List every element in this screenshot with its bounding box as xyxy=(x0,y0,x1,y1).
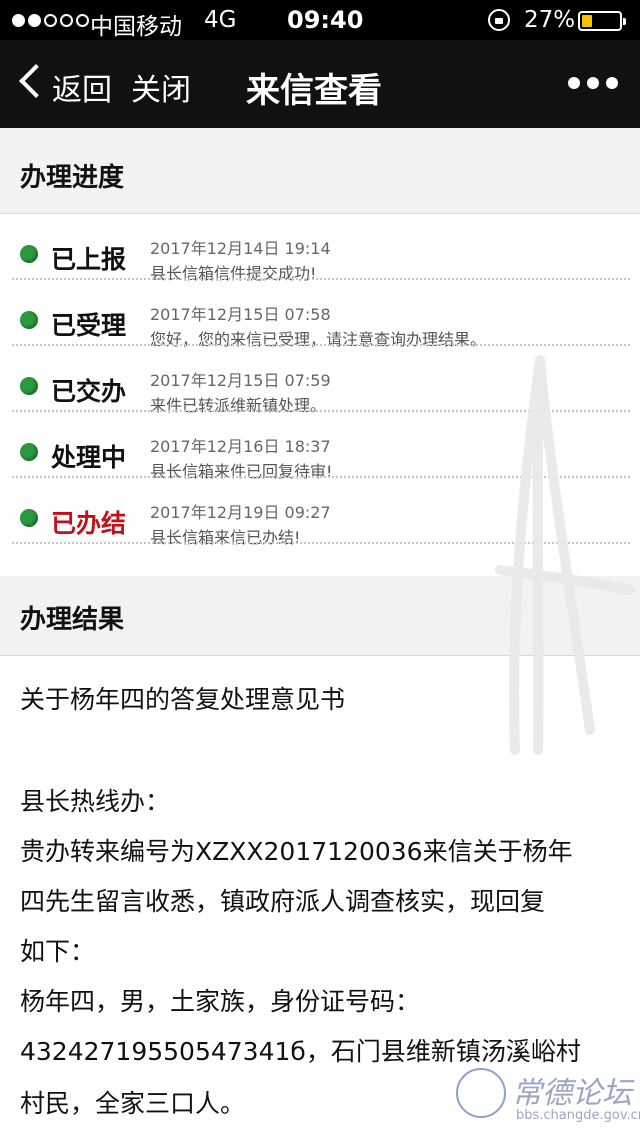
watermark-title: 常德论坛 xyxy=(512,1076,632,1111)
status-dot-icon xyxy=(20,509,38,527)
progress-step: 已上报 2017年12月14日 19:14 县长信箱信件提交成功! xyxy=(0,214,640,283)
signal-dot xyxy=(60,13,73,27)
network-type: 4G xyxy=(204,7,237,33)
result-line: 杨年四，男，土家族，身份证号码： xyxy=(20,987,421,1016)
carrier-name: 中国移动 xyxy=(90,14,182,40)
progress-step: 已交办 2017年12月15日 07:59 来件已转派维新镇处理。 xyxy=(0,346,640,415)
back-button[interactable]: 返回 xyxy=(52,65,112,109)
watermark-url: bbs.changde.gov.cn xyxy=(516,1108,640,1123)
progress-list: 已上报 2017年12月14日 19:14 县长信箱信件提交成功! 已受理 20… xyxy=(0,214,640,576)
status-dot-icon xyxy=(20,311,38,329)
result-line: 贵办转来编号为XZXX2017120036来信关于杨年 xyxy=(20,837,573,866)
step-time: 2017年12月15日 07:58 xyxy=(150,305,331,324)
more-options-icon[interactable] xyxy=(568,77,618,89)
status-bar: 中国移动 4G 09:40 27% xyxy=(0,0,640,40)
signal-dot xyxy=(44,13,57,27)
battery-icon xyxy=(578,11,626,31)
step-label: 已受理 xyxy=(51,311,127,340)
signal-dot xyxy=(28,13,41,27)
forum-logo-icon xyxy=(456,1068,506,1118)
result-section-header: 办理结果 xyxy=(0,576,640,656)
result-section-title: 办理结果 xyxy=(20,605,125,635)
chevron-left-icon[interactable] xyxy=(19,64,53,98)
status-time: 09:40 xyxy=(287,6,364,34)
step-label: 已办结 xyxy=(51,509,127,538)
rotation-lock-icon xyxy=(488,9,510,31)
progress-step: 已受理 2017年12月15日 07:58 您好，您的来信已受理，请注意查询办理… xyxy=(0,280,640,349)
divider xyxy=(12,542,630,544)
progress-step: 已办结 2017年12月19日 09:27 县长信箱来信已办结! xyxy=(0,478,640,547)
progress-section-header: 办理进度 xyxy=(0,128,640,214)
step-time: 2017年12月15日 07:59 xyxy=(150,371,331,390)
watermark: 常德论坛 bbs.changde.gov.cn xyxy=(452,1062,640,1136)
step-label: 已上报 xyxy=(51,245,127,274)
step-description: 县长信箱来信已办结! xyxy=(150,528,301,547)
result-line: 县长热线办： xyxy=(20,787,171,816)
step-label: 处理中 xyxy=(51,443,127,472)
navigation-bar: 返回 关闭 来信查看 xyxy=(0,40,640,128)
page-title: 来信查看 xyxy=(246,71,382,111)
progress-step: 处理中 2017年12月16日 18:37 县长信箱来件已回复待审! xyxy=(0,412,640,481)
signal-dot xyxy=(76,13,89,27)
result-line: 四先生留言收悉，镇政府派人调查核实，现回复 xyxy=(20,887,546,916)
step-time: 2017年12月16日 18:37 xyxy=(150,437,331,456)
step-time: 2017年12月19日 09:27 xyxy=(150,503,331,522)
progress-section-title: 办理进度 xyxy=(20,163,125,193)
result-heading: 关于杨年四的答复处理意见书 xyxy=(20,685,346,714)
signal-dot xyxy=(12,13,25,27)
close-button[interactable]: 关闭 xyxy=(131,65,191,109)
status-dot-icon xyxy=(20,443,38,461)
signal-strength-icon xyxy=(12,10,89,30)
result-line: 如下： xyxy=(20,937,96,966)
battery-percentage: 27% xyxy=(524,7,576,33)
step-label: 已交办 xyxy=(51,377,127,406)
step-time: 2017年12月14日 19:14 xyxy=(150,239,331,258)
status-dot-icon xyxy=(20,377,38,395)
battery-fill xyxy=(582,15,592,27)
status-dot-icon xyxy=(20,245,38,263)
